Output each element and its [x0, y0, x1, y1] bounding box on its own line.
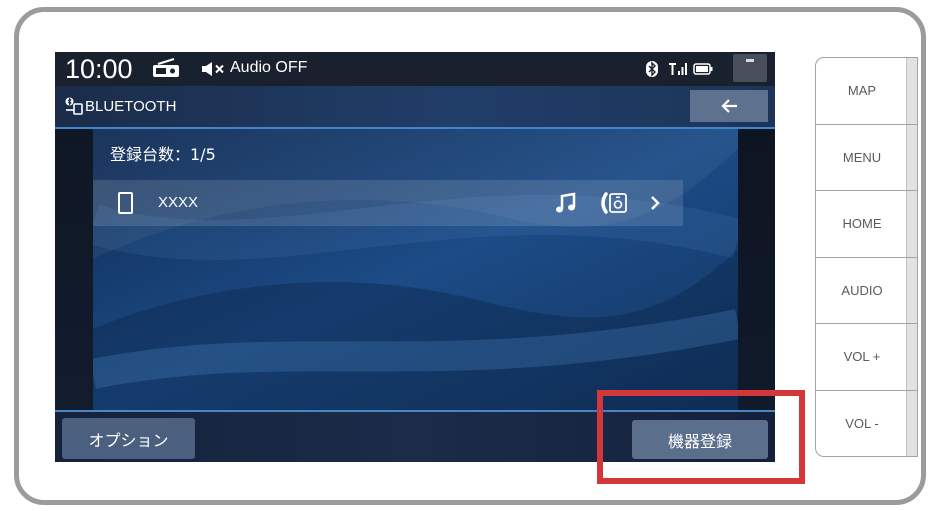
bluetooth-phone-icon	[65, 97, 83, 115]
radio-icon	[153, 58, 179, 77]
battery-icon	[693, 63, 713, 75]
hw-button-label: MENU	[842, 149, 882, 165]
header-bar: BLUETOOTH	[55, 86, 775, 127]
back-button[interactable]	[690, 90, 768, 122]
hw-button-vol-up[interactable]: VOL +	[816, 324, 917, 391]
hw-button-home[interactable]: HOME	[816, 191, 917, 258]
wave-background	[93, 129, 738, 410]
bluetooth-icon	[646, 61, 658, 77]
clock-time: 10:00	[65, 54, 133, 84]
device-name: XXXX	[158, 194, 199, 211]
back-arrow-icon	[721, 99, 737, 113]
hw-button-label: AUDIO	[841, 282, 883, 298]
registered-count-label: 登録台数：1/5	[110, 145, 216, 164]
phone-speaker-icon[interactable]	[598, 192, 630, 214]
hw-button-map[interactable]: MAP	[816, 58, 917, 125]
content-left-margin	[55, 129, 93, 410]
hw-button-audio[interactable]: AUDIO	[816, 257, 917, 324]
phone-icon	[118, 192, 133, 214]
page-title: BLUETOOTH	[85, 98, 177, 115]
device-list-item[interactable]: XXXX	[93, 180, 683, 226]
hw-button-label: VOL -	[845, 415, 879, 431]
hw-button-label: MAP	[847, 83, 877, 99]
display-screen: 10:00 Audio OFF BLUETOOTH 登録台数：1/5 XXXX …	[55, 52, 775, 462]
status-bar: 10:00 Audio OFF	[55, 52, 775, 86]
status-menu-icon[interactable]	[733, 54, 767, 82]
footer-bar: オプション 機器登録	[55, 412, 775, 462]
signal-icon	[669, 63, 687, 75]
hw-button-label: VOL +	[843, 349, 881, 365]
hw-button-menu[interactable]: MENU	[816, 124, 917, 191]
hw-button-label: HOME	[842, 216, 882, 232]
register-device-button[interactable]: 機器登録	[632, 420, 768, 459]
music-note-icon[interactable]	[555, 192, 577, 214]
content-right-margin	[738, 129, 775, 410]
hardware-button-panel: MAP MENU HOME AUDIO VOL + VOL -	[815, 57, 918, 457]
chevron-right-icon[interactable]	[650, 195, 660, 211]
hw-button-vol-down[interactable]: VOL -	[816, 390, 917, 457]
audio-status-text: Audio OFF	[230, 59, 308, 76]
speaker-mute-icon	[202, 62, 224, 76]
option-button[interactable]: オプション	[62, 418, 195, 459]
